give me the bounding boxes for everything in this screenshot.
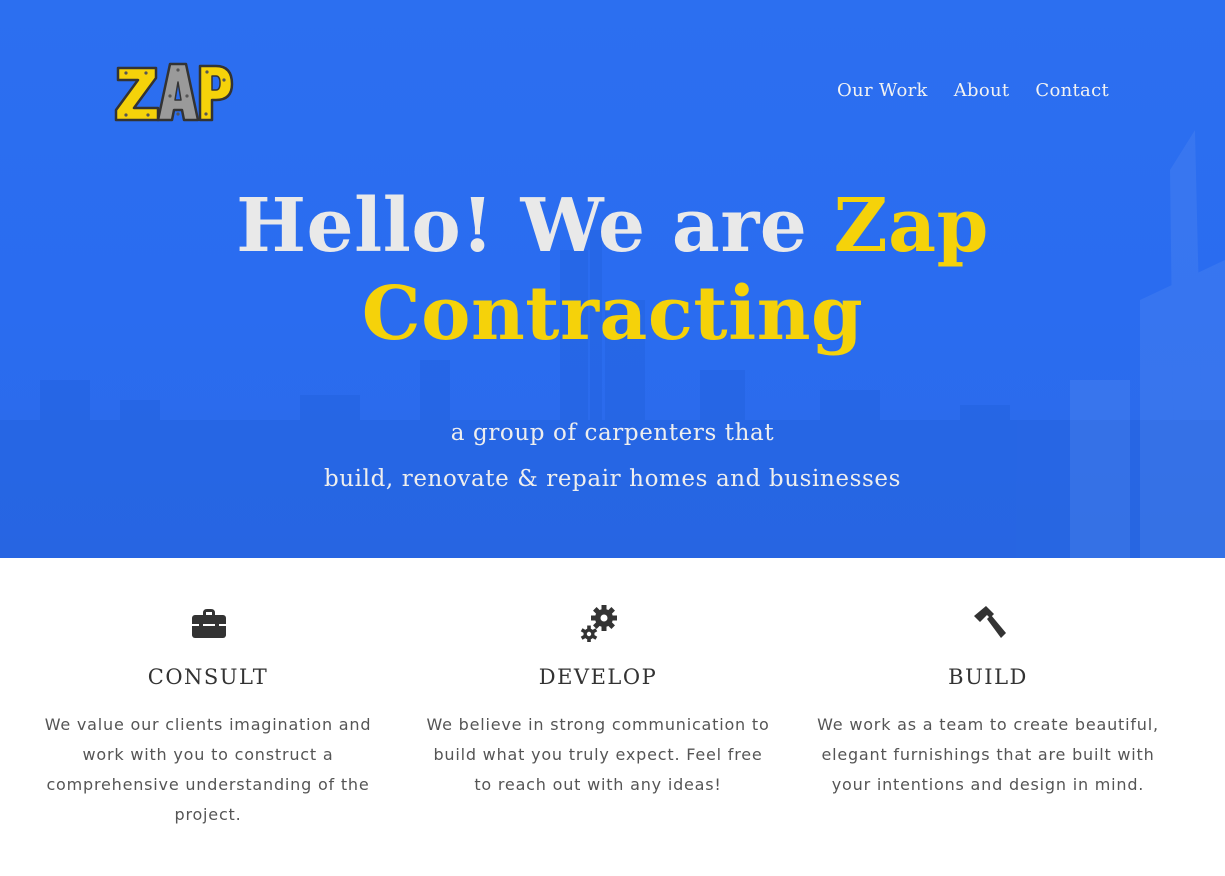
nav-link-about[interactable]: About bbox=[954, 80, 1010, 101]
service-description: We believe in strong communication to bu… bbox=[426, 715, 770, 794]
service-title: DEVELOP bbox=[538, 665, 658, 689]
service-description: We work as a team to create beautiful, e… bbox=[817, 715, 1159, 794]
nav-link-our-work[interactable]: Our Work bbox=[837, 80, 928, 101]
hero-subtitle-line-1: a group of carpenters that bbox=[450, 420, 775, 446]
hero-subtitle-line-2: build, renovate & repair homes and busin… bbox=[323, 466, 902, 492]
briefcase-icon bbox=[192, 609, 226, 638]
services-section: CONSULT We value our clients imagination… bbox=[0, 558, 1225, 876]
zap-logo[interactable] bbox=[112, 56, 236, 126]
gears-icon bbox=[580, 605, 617, 642]
service-title: BUILD bbox=[948, 665, 1028, 689]
main-nav: Our Work About Contact bbox=[837, 80, 1109, 101]
hammer-icon bbox=[974, 606, 1006, 638]
hero-subtitle: a group of carpenters that build, renova… bbox=[0, 410, 1225, 502]
service-description: We value our clients imagination and wor… bbox=[44, 715, 372, 824]
hero-title: Hello! We are Zap Contracting bbox=[0, 182, 1225, 358]
nav-link-contact[interactable]: Contact bbox=[1035, 80, 1109, 101]
hero-section: Our Work About Contact Hello! We are Zap… bbox=[0, 0, 1225, 558]
hero-title-plain: Hello! We are bbox=[236, 183, 834, 269]
service-title: CONSULT bbox=[147, 665, 269, 689]
hero-title-accent-contracting: Contracting bbox=[361, 271, 864, 357]
hero-title-accent-zap: Zap bbox=[833, 183, 989, 269]
